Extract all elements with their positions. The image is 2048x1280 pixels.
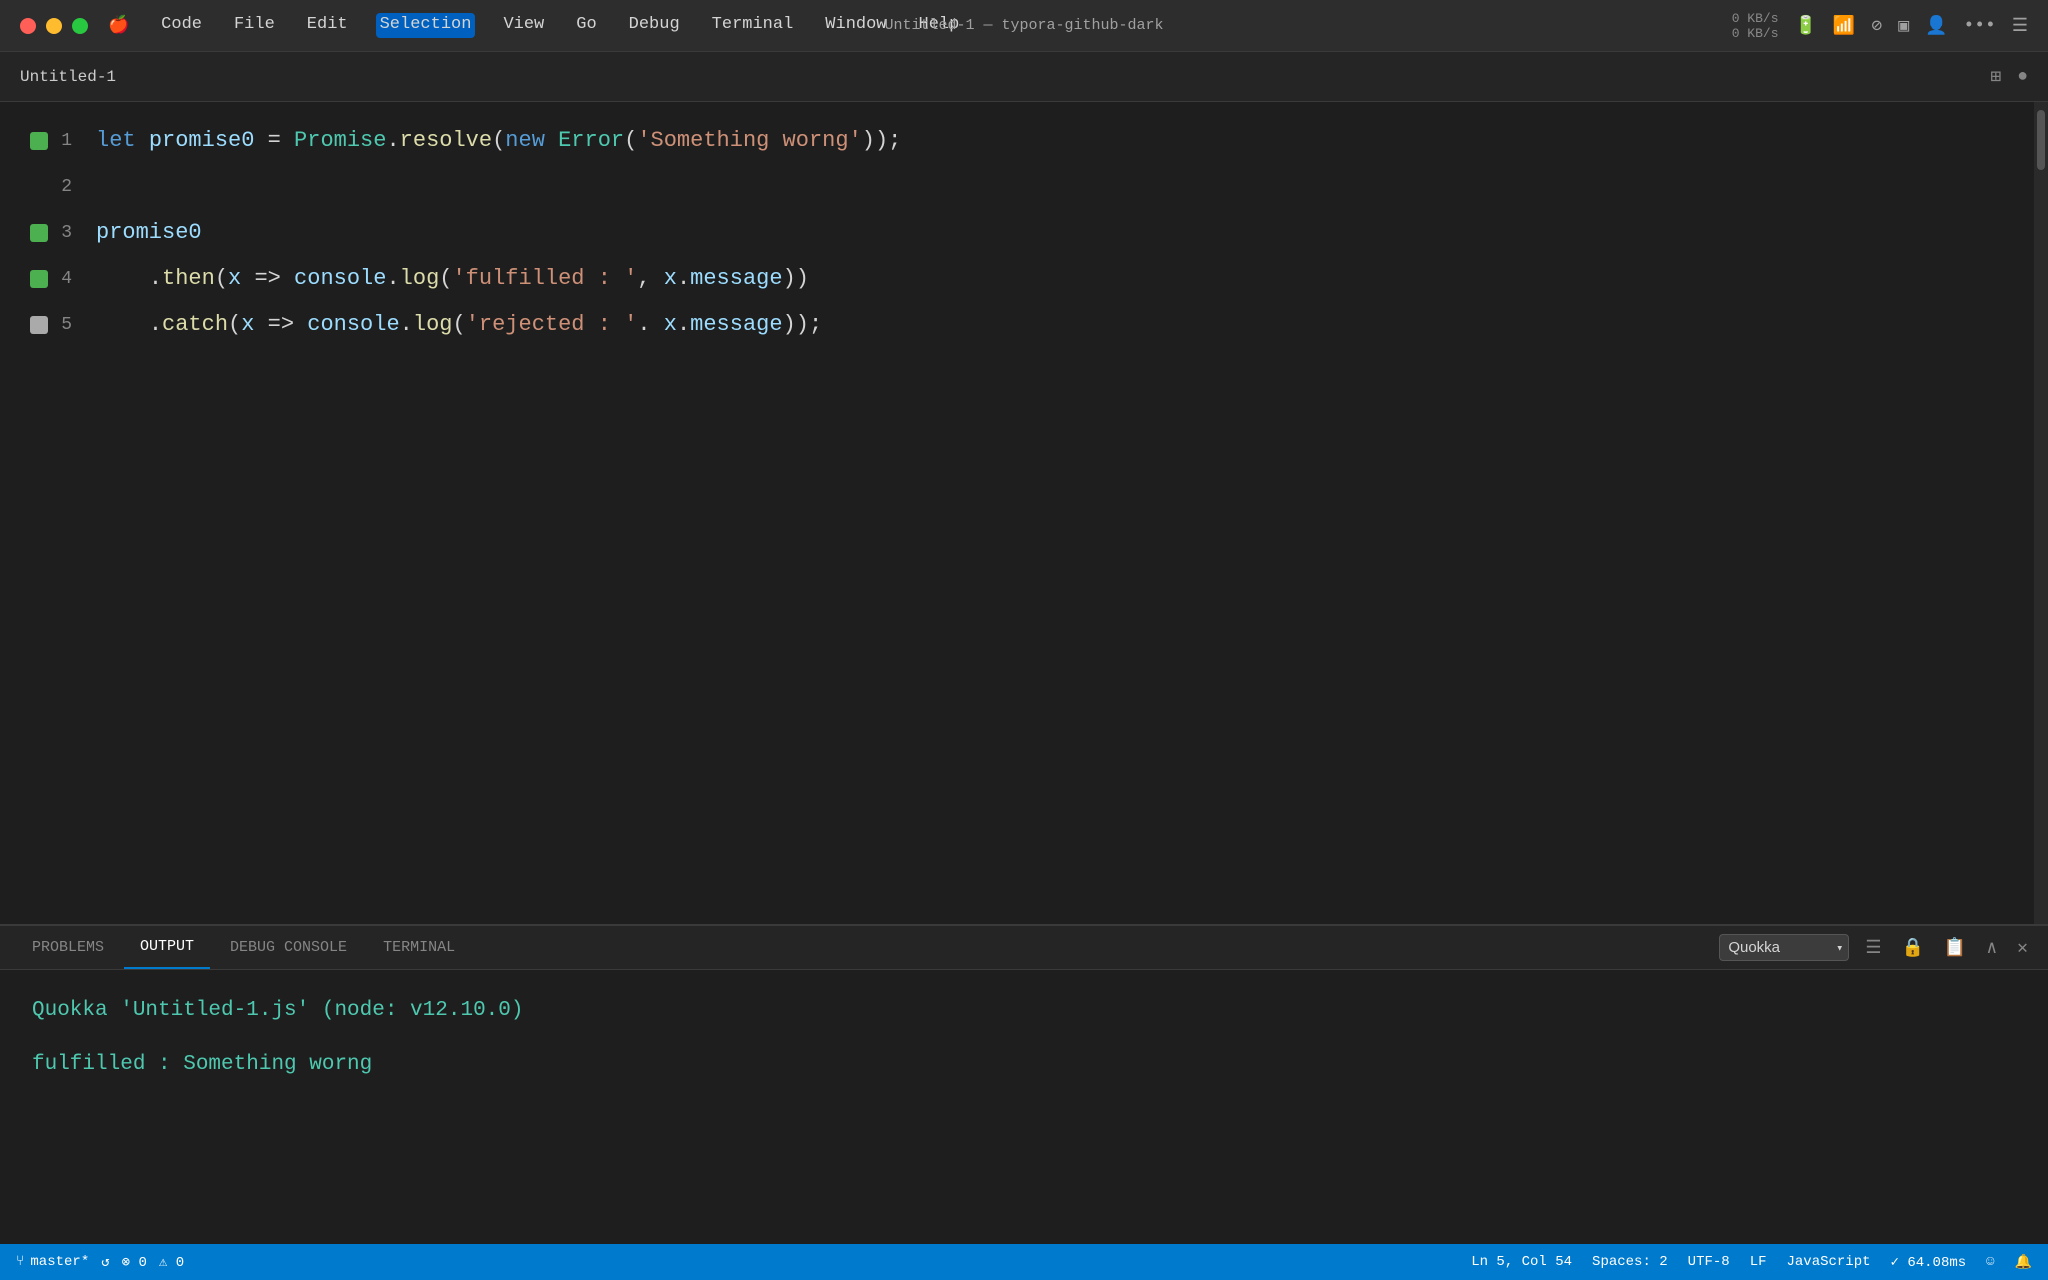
traffic-lights: [20, 18, 88, 34]
gutter-3: [0, 224, 56, 242]
bottom-panel: PROBLEMS OUTPUT DEBUG CONSOLE TERMINAL Q…: [0, 924, 2048, 1244]
code-text-4: .then(x => console.log('fulfilled : ', x…: [96, 256, 809, 302]
menu-selection[interactable]: Selection: [376, 13, 476, 38]
panel-tab-bar: PROBLEMS OUTPUT DEBUG CONSOLE TERMINAL Q…: [0, 926, 2048, 970]
status-right: Ln 5, Col 54 Spaces: 2 UTF-8 LF JavaScri…: [1471, 1254, 2032, 1271]
minimize-button[interactable]: [46, 18, 62, 34]
tab-terminal[interactable]: TERMINAL: [367, 926, 471, 969]
breakpoint-3[interactable]: [30, 224, 48, 242]
code-text-5: .catch(x => console.log('rejected : '. x…: [96, 302, 822, 348]
vscode-window: Untitled-1 ⊞ ● 1 let promise0 = Promise.…: [0, 52, 2048, 1280]
menu-apple[interactable]: 🍎: [104, 13, 133, 38]
cursor-position[interactable]: Ln 5, Col 54: [1471, 1254, 1572, 1270]
tab-debug-console[interactable]: DEBUG CONSOLE: [214, 926, 363, 969]
warnings-count[interactable]: ⚠ 0: [159, 1254, 184, 1271]
more-icon: •••: [1963, 16, 1995, 36]
gutter-2: [0, 178, 56, 196]
breakpoint-4[interactable]: [30, 270, 48, 288]
language-mode[interactable]: JavaScript: [1787, 1254, 1871, 1270]
panel-actions: Quokka ☰ 🔒 📋 ∧ ✕: [1719, 933, 2032, 963]
line-number-2: 2: [56, 164, 96, 210]
menu-code[interactable]: Code: [157, 13, 206, 38]
status-left: ⑂ master* ↺ ⊗ 0 ⚠ 0: [16, 1254, 184, 1271]
menu-edit[interactable]: Edit: [303, 13, 352, 38]
line-number-1: 1: [56, 118, 96, 164]
breakpoint-5[interactable]: [30, 316, 48, 334]
tab-problems[interactable]: PROBLEMS: [16, 926, 120, 969]
screen-icon: ▣: [1898, 15, 1909, 37]
line-number-5: 5: [56, 302, 96, 348]
code-line-5: 5 .catch(x => console.log('rejected : '.…: [0, 302, 2034, 348]
output-source-select-wrap: Quokka: [1719, 934, 1849, 961]
editor-scrollbar[interactable]: [2034, 102, 2048, 924]
indentation[interactable]: Spaces: 2: [1592, 1254, 1668, 1270]
code-text-3: promise0: [96, 210, 202, 256]
output-line-1: Quokka 'Untitled-1.js' (node: v12.10.0): [32, 994, 2016, 1028]
window-title: Untitled-1 — typora-github-dark: [884, 17, 1163, 34]
active-tab-title[interactable]: Untitled-1: [20, 68, 116, 86]
titlebar-right: 0 KB/s 0 KB/s 🔋 📶 ⊘ ▣ 👤 ••• ☰: [1732, 11, 2028, 41]
breakpoint-1[interactable]: [30, 132, 48, 150]
titlebar: 🍎 Code File Edit Selection View Go Debug…: [0, 0, 2048, 52]
scrollbar-thumb[interactable]: [2037, 110, 2045, 170]
eol[interactable]: LF: [1750, 1254, 1767, 1270]
output-line-2: fulfilled : Something worng: [32, 1048, 2016, 1082]
code-line-1: 1 let promise0 = Promise.resolve(new Err…: [0, 118, 2034, 164]
network-stats: 0 KB/s 0 KB/s: [1732, 11, 1779, 41]
code-line-2: 2: [0, 164, 2034, 210]
smiley-icon[interactable]: ☺: [1986, 1254, 1994, 1270]
gutter-1: [0, 132, 56, 150]
dot-icon: ●: [2017, 67, 2028, 87]
editor-area[interactable]: 1 let promise0 = Promise.resolve(new Err…: [0, 102, 2048, 924]
tab-bar: Untitled-1 ⊞ ●: [0, 52, 2048, 102]
close-button[interactable]: [20, 18, 36, 34]
menu-file[interactable]: File: [230, 13, 279, 38]
gutter-4: [0, 270, 56, 288]
copy-icon[interactable]: 📋: [1940, 933, 1970, 963]
menu-window[interactable]: Window: [821, 13, 890, 38]
split-editor-icon[interactable]: ⊞: [1990, 66, 2001, 88]
output-content: Quokka 'Untitled-1.js' (node: v12.10.0) …: [0, 970, 2048, 1244]
bell-icon[interactable]: 🔔: [2015, 1254, 2032, 1271]
do-not-disturb-icon: ⊘: [1871, 15, 1882, 37]
git-icon: ⑂: [16, 1254, 24, 1270]
output-source-select[interactable]: Quokka: [1719, 934, 1849, 961]
close-panel-icon[interactable]: ✕: [2013, 933, 2032, 963]
line-number-4: 4: [56, 256, 96, 302]
errors-count[interactable]: ⊗ 0: [122, 1254, 147, 1271]
menu-terminal[interactable]: Terminal: [708, 13, 798, 38]
gutter-5: [0, 316, 56, 334]
menu-view[interactable]: View: [499, 13, 548, 38]
profile-icon: 👤: [1925, 15, 1947, 37]
sync-icon[interactable]: ↺: [101, 1254, 109, 1271]
maximize-button[interactable]: [72, 18, 88, 34]
breakpoint-2: [30, 178, 48, 196]
code-line-3: 3 promise0: [0, 210, 2034, 256]
menu-go[interactable]: Go: [572, 13, 600, 38]
code-text-1: let promise0 = Promise.resolve(new Error…: [96, 118, 901, 164]
statusbar: ⑂ master* ↺ ⊗ 0 ⚠ 0 Ln 5, Col 54 Spaces:…: [0, 1244, 2048, 1280]
menu-debug[interactable]: Debug: [625, 13, 684, 38]
tab-output[interactable]: OUTPUT: [124, 926, 210, 969]
battery-icon: 🔋: [1795, 15, 1817, 37]
encoding[interactable]: UTF-8: [1688, 1254, 1730, 1270]
clear-output-icon[interactable]: ☰: [1861, 933, 1885, 963]
code-line-4: 4 .then(x => console.log('fulfilled : ',…: [0, 256, 2034, 302]
menu-bar: 🍎 Code File Edit Selection View Go Debug…: [104, 13, 963, 38]
line-number-3: 3: [56, 210, 96, 256]
tab-actions: ⊞ ●: [1990, 66, 2028, 88]
quokka-status: ✓ 64.08ms: [1891, 1254, 1967, 1271]
git-branch[interactable]: ⑂ master*: [16, 1254, 89, 1270]
wifi-icon: 📶: [1833, 15, 1855, 37]
lock-icon[interactable]: 🔒: [1897, 933, 1927, 963]
list-icon: ☰: [2012, 15, 2028, 37]
chevron-up-icon[interactable]: ∧: [1982, 933, 2001, 963]
code-editor[interactable]: 1 let promise0 = Promise.resolve(new Err…: [0, 102, 2034, 924]
titlebar-left: 🍎 Code File Edit Selection View Go Debug…: [20, 13, 963, 38]
branch-name: master*: [30, 1254, 89, 1270]
